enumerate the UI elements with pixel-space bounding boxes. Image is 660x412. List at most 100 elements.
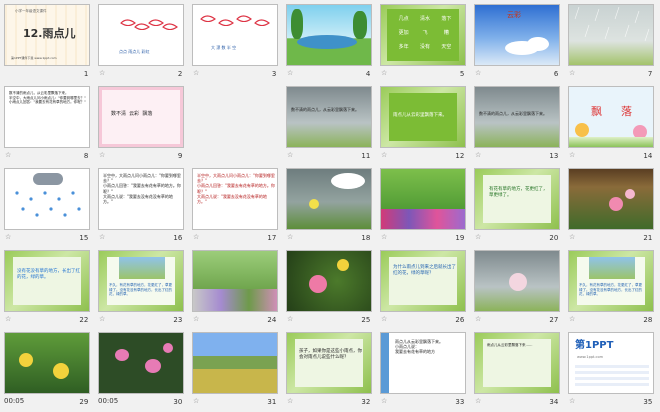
slide-number: 34 bbox=[549, 398, 559, 406]
slide-thumbnail-30[interactable]: 00:05 30 bbox=[96, 330, 190, 412]
slide-thumbnail-6[interactable]: 云彩 ☆ 6 bbox=[472, 2, 566, 84]
slide-thumbnail-24[interactable]: ☆ 24 bbox=[190, 248, 284, 330]
slide-number: 32 bbox=[361, 398, 371, 406]
slide-thumbnail-21[interactable]: ☆ 21 bbox=[566, 166, 660, 248]
slide-text: 没有花没有草的地方，长出了红的花，绿的草。 bbox=[17, 269, 80, 280]
slide-title: 12.雨点儿 bbox=[23, 27, 76, 40]
slide-thumbnail-18[interactable]: ☆ 18 bbox=[284, 166, 378, 248]
slide-background bbox=[5, 251, 89, 311]
star-icon: ☆ bbox=[193, 69, 200, 77]
slide-thumbnail-29[interactable]: 00:05 29 bbox=[2, 330, 96, 412]
slide-number: 6 bbox=[553, 70, 559, 78]
slide-preview: 没有花没有草的地方，长出了红的花，绿的草。 bbox=[4, 250, 90, 312]
flower-photo bbox=[287, 251, 371, 311]
word: 没有 bbox=[419, 44, 430, 50]
raindrop-icons bbox=[120, 19, 178, 31]
rain-lines bbox=[574, 6, 650, 42]
slide-preview: 数不清的雨点儿，从云彩里飘落下来。 bbox=[286, 86, 372, 148]
slide-thumbnail-1[interactable]: 小学一年级语文课件 12.雨点儿 第1PPT课件下载 www.1ppt.com … bbox=[2, 2, 96, 84]
slide-number: 29 bbox=[79, 398, 89, 406]
slide-thumbnail-13[interactable]: 数不清的雨点儿，从云彩里飘落下来。 ☆ 13 bbox=[472, 84, 566, 166]
slide-number: 24 bbox=[267, 316, 277, 324]
star-icon: ☆ bbox=[5, 233, 12, 241]
slide-number: 7 bbox=[647, 70, 653, 78]
slide-thumbnail-23[interactable]: 不久，有花有草的地方，花更红了，草更绿了。没有花没有草的地方，长出了红的花，绿的… bbox=[96, 248, 190, 330]
star-icon: ☆ bbox=[475, 151, 482, 159]
slide-number: 27 bbox=[549, 316, 559, 324]
slide-thumbnail-8[interactable]: 数不清的雨点儿，从云彩里飘落下来。 半空中，大雨点儿问小雨点儿："你要到哪里去？… bbox=[2, 84, 96, 166]
slide-thumbnail-15[interactable]: ☆ 15 bbox=[2, 166, 96, 248]
flower bbox=[145, 359, 161, 373]
flower bbox=[309, 199, 319, 209]
slide-thumbnail-19[interactable]: ☆ 19 bbox=[378, 166, 472, 248]
slide-thumbnail-28[interactable]: 不久，有花有草的地方，花更红了，草更绿了。没有花没有草的地方，长出了红的花，绿的… bbox=[566, 248, 660, 330]
slide-preview bbox=[4, 332, 90, 394]
slide-thumbnail-2[interactable]: 点点 雨点儿 彩虹 ☆ 2 bbox=[96, 2, 190, 84]
slide-thumbnail-11[interactable]: 数不清的雨点儿，从云彩里飘落下来。 ☆ 11 bbox=[284, 84, 378, 166]
slide-number: 22 bbox=[79, 316, 89, 324]
slide-thumbnail-20[interactable]: 有花有草的地方，花更红了，草更绿了。 ☆ 20 bbox=[472, 166, 566, 248]
slide-number: 30 bbox=[173, 398, 183, 406]
star-icon: ☆ bbox=[287, 315, 294, 323]
slide-number: 3 bbox=[271, 70, 277, 78]
slide-preview bbox=[568, 4, 654, 66]
slide-preview bbox=[568, 168, 654, 230]
slide-preview bbox=[474, 250, 560, 312]
slide-text: 雨点儿从云彩里飘落下来。 小雨点儿说： 我要去有花有草的地方 bbox=[395, 339, 443, 355]
star-icon: ☆ bbox=[569, 397, 576, 405]
slide-preview bbox=[286, 168, 372, 230]
slide-thumbnail-32[interactable]: 孩子，如果你是这些小雨点，你会对雨点儿说些什么呢？ ☆ 32 bbox=[284, 330, 378, 412]
slide-thumbnail-25[interactable]: ☆ 25 bbox=[284, 248, 378, 330]
slide-text: 为什么雨点儿到来之后就长出了红的花，绿的草呢？ bbox=[393, 265, 456, 276]
slide-preview: 不久，有花有草的地方，花更红了，草更绿了。没有花没有草的地方，长出了红的花，绿的… bbox=[568, 250, 654, 312]
slide-thumbnail-26[interactable]: 为什么雨点儿到来之后就长出了红的花，绿的草呢？ ☆ 26 bbox=[378, 248, 472, 330]
star-icon: ☆ bbox=[193, 233, 200, 241]
star-icon: ☆ bbox=[99, 69, 106, 77]
slide-thumbnail-9[interactable]: 数不清 云彩 飘落 ☆ 9 bbox=[96, 84, 190, 166]
slide-preview: 大 漂 数 半 空 bbox=[192, 4, 278, 66]
slide-thumbnail-14[interactable]: 飘 落 ☆ 14 bbox=[566, 84, 660, 166]
slide-thumbnail-27[interactable]: ☆ 27 bbox=[472, 248, 566, 330]
star-icon: ☆ bbox=[475, 397, 482, 405]
slide-text: 数不清 云彩 飘落 bbox=[111, 111, 153, 117]
slide-thumbnail-31[interactable]: ☆ 31 bbox=[190, 330, 284, 412]
lotus-photo bbox=[99, 333, 183, 393]
slide-thumbnail-4[interactable]: ☆ 4 bbox=[284, 2, 378, 84]
star-icon: ☆ bbox=[569, 69, 576, 77]
slide-number: 17 bbox=[267, 234, 277, 242]
slide-text: 半空中，大雨点儿问小雨点儿："你要到哪里去？" 小雨点儿回答："我要去有花有草的… bbox=[197, 173, 275, 204]
star-icon: ☆ bbox=[569, 151, 576, 159]
star-icon: ☆ bbox=[475, 69, 482, 77]
flower bbox=[115, 349, 129, 361]
field-photo bbox=[193, 333, 277, 393]
slide-thumbnail-17[interactable]: 半空中，大雨点儿问小雨点儿："你要到哪里去？" 小雨点儿回答："我要去有花有草的… bbox=[190, 166, 284, 248]
slide-sorter-grid: 小学一年级语文课件 12.雨点儿 第1PPT课件下载 www.1ppt.com … bbox=[0, 0, 660, 410]
slide-text: 云彩 bbox=[507, 11, 521, 19]
rain-background bbox=[287, 87, 371, 147]
slide-thumbnail-5[interactable]: 几点 清水 落下 更加 飞 糟 多年 没有 天空 ☆ 5 bbox=[378, 2, 472, 84]
star-icon: ☆ bbox=[287, 69, 294, 77]
slide-thumbnail-35[interactable]: 第1PPT www.1ppt.com ☆ 35 bbox=[566, 330, 660, 412]
landscape-image bbox=[119, 257, 165, 279]
slide-preview: 小学一年级语文课件 12.雨点儿 第1PPT课件下载 www.1ppt.com bbox=[4, 4, 90, 66]
slide-thumbnail-34[interactable]: 雨点儿从云彩里飘落下来…… ☆ 34 bbox=[472, 330, 566, 412]
slide-preview: 雨点儿从云彩里飘落下来…… bbox=[474, 332, 560, 394]
slide-thumbnail-16[interactable]: 半空中，大雨点儿问小雨点儿："你要到哪里去？" 小雨点儿回答："我要去有花有草的… bbox=[96, 166, 190, 248]
star-icon: ☆ bbox=[99, 315, 106, 323]
slide-thumbnail-22[interactable]: 没有花没有草的地方，长出了红的花，绿的草。 ☆ 22 bbox=[2, 248, 96, 330]
slide-thumbnail-12[interactable]: 雨点儿从云彩里飘落下来。 ☆ 12 bbox=[378, 84, 472, 166]
raindrop-icons bbox=[15, 191, 81, 217]
slide-preview: 点点 雨点儿 彩虹 bbox=[98, 4, 184, 66]
slide-thumbnail-33[interactable]: 雨点儿从云彩里飘落下来。 小雨点儿说： 我要去有花有草的地方 ☆ 33 bbox=[378, 330, 472, 412]
slide-preview bbox=[286, 4, 372, 66]
star-icon: ☆ bbox=[381, 397, 388, 405]
slide-thumbnail-3[interactable]: 大 漂 数 半 空 ☆ 3 bbox=[190, 2, 284, 84]
slide-subtitle: 小学一年级语文课件 bbox=[15, 9, 47, 13]
star-icon: ☆ bbox=[381, 315, 388, 323]
slide-text: 半空中，大雨点儿问小雨点儿："你要到哪里去？" 小雨点儿回答："我要去有花有草的… bbox=[103, 173, 181, 204]
slide-thumbnail-7[interactable]: ☆ 7 bbox=[566, 2, 660, 84]
slide-preview: 有花有草的地方，花更红了，草更绿了。 bbox=[474, 168, 560, 230]
slide-preview: 为什么雨点儿到来之后就长出了红的花，绿的草呢？ bbox=[380, 250, 466, 312]
slide-text: 雨点儿从云彩里飘落下来…… bbox=[487, 343, 533, 347]
slide-number: 8 bbox=[83, 152, 89, 160]
